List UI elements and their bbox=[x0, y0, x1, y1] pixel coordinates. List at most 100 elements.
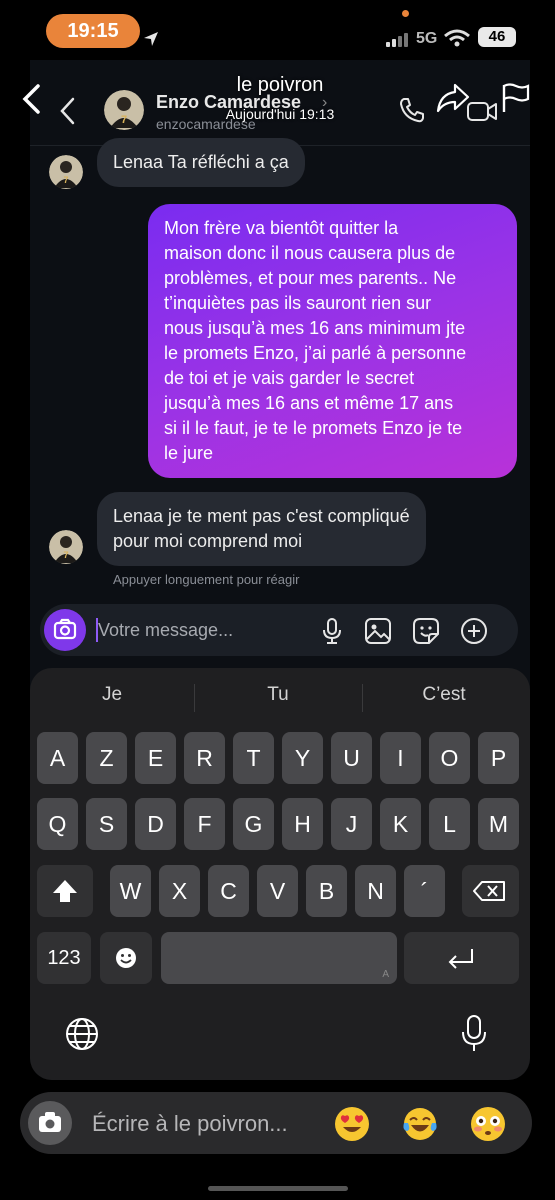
gallery-icon[interactable] bbox=[364, 617, 392, 645]
camera-icon bbox=[53, 618, 77, 640]
overlay-back-icon[interactable] bbox=[18, 82, 46, 116]
camera-icon bbox=[39, 1112, 61, 1132]
message-avatar[interactable]: 7 bbox=[49, 155, 83, 189]
key[interactable]: C bbox=[208, 865, 249, 917]
key[interactable]: T bbox=[233, 732, 274, 784]
key[interactable]: L bbox=[429, 798, 470, 850]
message-bubble-incoming[interactable]: Lenaa Ta réfléchi a ça bbox=[97, 138, 305, 187]
key[interactable]: W bbox=[110, 865, 151, 917]
message-text-line: problèmes, et pour mes parents.. Ne bbox=[164, 268, 457, 288]
key[interactable]: Y bbox=[282, 732, 323, 784]
overlay-subtitle: Aujourd'hui 19:13 bbox=[225, 106, 335, 122]
key[interactable]: E bbox=[135, 732, 176, 784]
dm-panel: 7 Enzo Camardese › enzocamardese 7 Lenaa… bbox=[30, 60, 530, 1080]
keyboard: Je Tu C’est A Z E R T Y U I O P Q S D F … bbox=[30, 668, 530, 1080]
message-text-line: nous jusqu’à mes 16 ans minimum jte bbox=[164, 318, 466, 338]
message-text-line: de toi et je vais garder le secret bbox=[164, 368, 415, 388]
network-label: 5G bbox=[416, 30, 438, 47]
sticker-icon[interactable] bbox=[412, 617, 440, 645]
svg-text:7: 7 bbox=[63, 550, 68, 560]
suggestion-3[interactable]: C’est bbox=[364, 684, 524, 706]
space-key-mark: A bbox=[382, 969, 389, 980]
message-composer bbox=[40, 604, 518, 656]
accent-key[interactable]: ´ bbox=[404, 865, 445, 917]
message-text-line: Lenaa je te ment pas c'est compliqué bbox=[113, 506, 410, 526]
camera-in-use-dot bbox=[402, 10, 409, 17]
key[interactable]: P bbox=[478, 732, 519, 784]
message-input[interactable] bbox=[98, 616, 298, 644]
message-text-line: si il le faut, je te le promets Enzo je … bbox=[164, 418, 463, 438]
svg-text:7: 7 bbox=[121, 114, 127, 126]
message-text-line: Lenaa Ta réfléchi a ça bbox=[113, 152, 289, 172]
home-indicator bbox=[208, 1186, 348, 1191]
suggestion-1[interactable]: Je bbox=[32, 684, 192, 706]
key[interactable]: V bbox=[257, 865, 298, 917]
share-arrow-icon[interactable] bbox=[436, 82, 470, 114]
message-text-line: le jure bbox=[164, 443, 214, 463]
add-plus-icon[interactable] bbox=[460, 617, 488, 645]
shift-arrow-icon bbox=[53, 880, 77, 902]
battery-level: 46 bbox=[478, 27, 516, 47]
avatar[interactable]: 7 bbox=[104, 90, 144, 130]
shift-key[interactable] bbox=[37, 865, 93, 917]
story-reply-field[interactable]: Écrire à le poivron... bbox=[20, 1092, 532, 1154]
flag-icon[interactable] bbox=[500, 82, 530, 114]
key[interactable]: I bbox=[380, 732, 421, 784]
status-bar: 19:15 5G 46 bbox=[0, 0, 555, 60]
globe-icon[interactable] bbox=[64, 1016, 100, 1052]
svg-text:7: 7 bbox=[63, 175, 68, 185]
smiley-icon bbox=[116, 948, 136, 968]
message-avatar[interactable]: 7 bbox=[49, 530, 83, 564]
back-chevron-icon[interactable] bbox=[58, 96, 78, 126]
backspace-key[interactable] bbox=[462, 865, 519, 917]
reaction-hint: Appuyer longuement pour réagir bbox=[113, 572, 300, 587]
message-text-line: Mon frère va bientôt quitter la bbox=[164, 218, 399, 238]
message-bubble-incoming[interactable]: Lenaa je te ment pas c'est compliqué pou… bbox=[97, 492, 426, 566]
message-text-line: maison donc il nous causera plus de bbox=[164, 243, 456, 263]
key[interactable]: M bbox=[478, 798, 519, 850]
key[interactable]: U bbox=[331, 732, 372, 784]
reply-camera-button[interactable] bbox=[28, 1101, 72, 1145]
key[interactable]: Z bbox=[86, 732, 127, 784]
key[interactable]: A bbox=[37, 732, 78, 784]
key[interactable]: B bbox=[306, 865, 347, 917]
key[interactable]: G bbox=[233, 798, 274, 850]
key[interactable]: X bbox=[159, 865, 200, 917]
return-arrow-icon bbox=[448, 949, 473, 969]
key[interactable]: O bbox=[429, 732, 470, 784]
suggestion-2[interactable]: Tu bbox=[198, 684, 358, 706]
return-key[interactable] bbox=[404, 932, 519, 984]
microphone-icon[interactable] bbox=[318, 617, 346, 645]
overlay-title: le poivron bbox=[236, 74, 324, 96]
story-reply-placeholder: Écrire à le poivron... bbox=[92, 1111, 288, 1136]
key[interactable]: H bbox=[282, 798, 323, 850]
key[interactable]: R bbox=[184, 732, 225, 784]
story-reply-bar: Écrire à le poivron... bbox=[0, 1082, 555, 1200]
flushed-emoji-icon[interactable] bbox=[470, 1106, 506, 1142]
suggestion-divider bbox=[362, 684, 363, 712]
cellular-signal-icon bbox=[386, 33, 408, 47]
tears-of-joy-emoji-icon[interactable] bbox=[402, 1106, 438, 1142]
numbers-key[interactable]: 123 bbox=[37, 932, 91, 984]
key[interactable]: Q bbox=[37, 798, 78, 850]
camera-button[interactable] bbox=[44, 609, 86, 651]
key[interactable]: J bbox=[331, 798, 372, 850]
message-text-line: jusqu’à mes 16 ans et même 17 ans bbox=[164, 393, 454, 413]
heart-eyes-emoji-icon[interactable] bbox=[334, 1106, 370, 1142]
phone-call-icon[interactable] bbox=[398, 96, 426, 124]
key[interactable]: D bbox=[135, 798, 176, 850]
key[interactable]: S bbox=[86, 798, 127, 850]
location-arrow-icon bbox=[144, 32, 158, 46]
backspace-icon bbox=[473, 881, 505, 901]
key[interactable]: F bbox=[184, 798, 225, 850]
emoji-key[interactable] bbox=[100, 932, 152, 984]
video-call-icon[interactable] bbox=[466, 98, 498, 124]
message-bubble-outgoing[interactable]: Mon frère va bientôt quitter la maison d… bbox=[148, 204, 517, 478]
status-time: 19:15 bbox=[46, 14, 140, 48]
message-text-line: t’inquiètes pas ils sauront rien sur bbox=[164, 293, 432, 313]
space-key[interactable]: A bbox=[161, 932, 397, 984]
key[interactable]: K bbox=[380, 798, 421, 850]
dictation-mic-icon[interactable] bbox=[460, 1014, 488, 1054]
suggestion-divider bbox=[194, 684, 195, 712]
key[interactable]: N bbox=[355, 865, 396, 917]
